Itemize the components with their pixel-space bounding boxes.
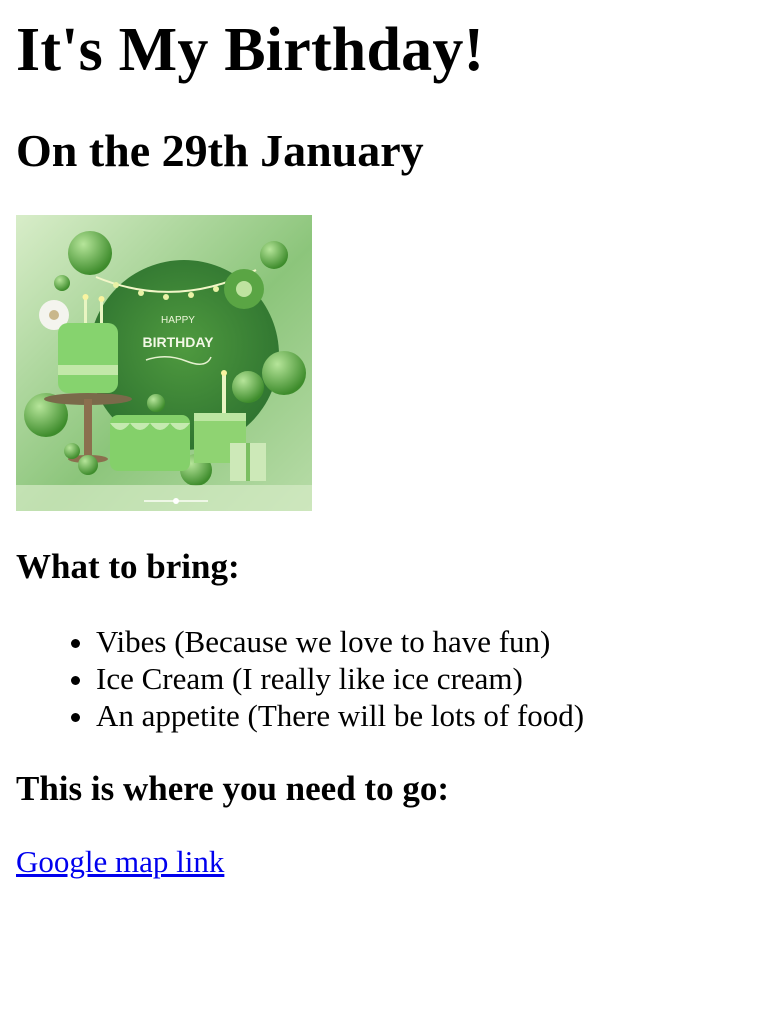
directions-heading: This is where you need to go:: [16, 768, 449, 808]
google-map-link[interactable]: Google map link: [16, 844, 224, 879]
directions-paragraph: Google map link: [16, 844, 742, 880]
list-item: An appetite (There will be lots of food): [96, 697, 742, 734]
birthday-cake-image: HAPPY BIRTHDAY: [16, 215, 312, 512]
page-subtitle: On the 29th January: [16, 125, 424, 177]
page-title: It's My Birthday!: [16, 16, 485, 84]
bring-list: Vibes (Because we love to have fun) Ice …: [16, 623, 742, 734]
list-item: Ice Cream (I really like ice cream): [96, 660, 742, 697]
happy-text: HAPPY: [161, 315, 195, 326]
birthday-text: BIRTHDAY: [142, 334, 214, 350]
list-item: Vibes (Because we love to have fun): [96, 623, 742, 660]
bring-heading: What to bring:: [16, 547, 240, 587]
page: It's My Birthday! On the 29th January HA…: [0, 16, 758, 880]
